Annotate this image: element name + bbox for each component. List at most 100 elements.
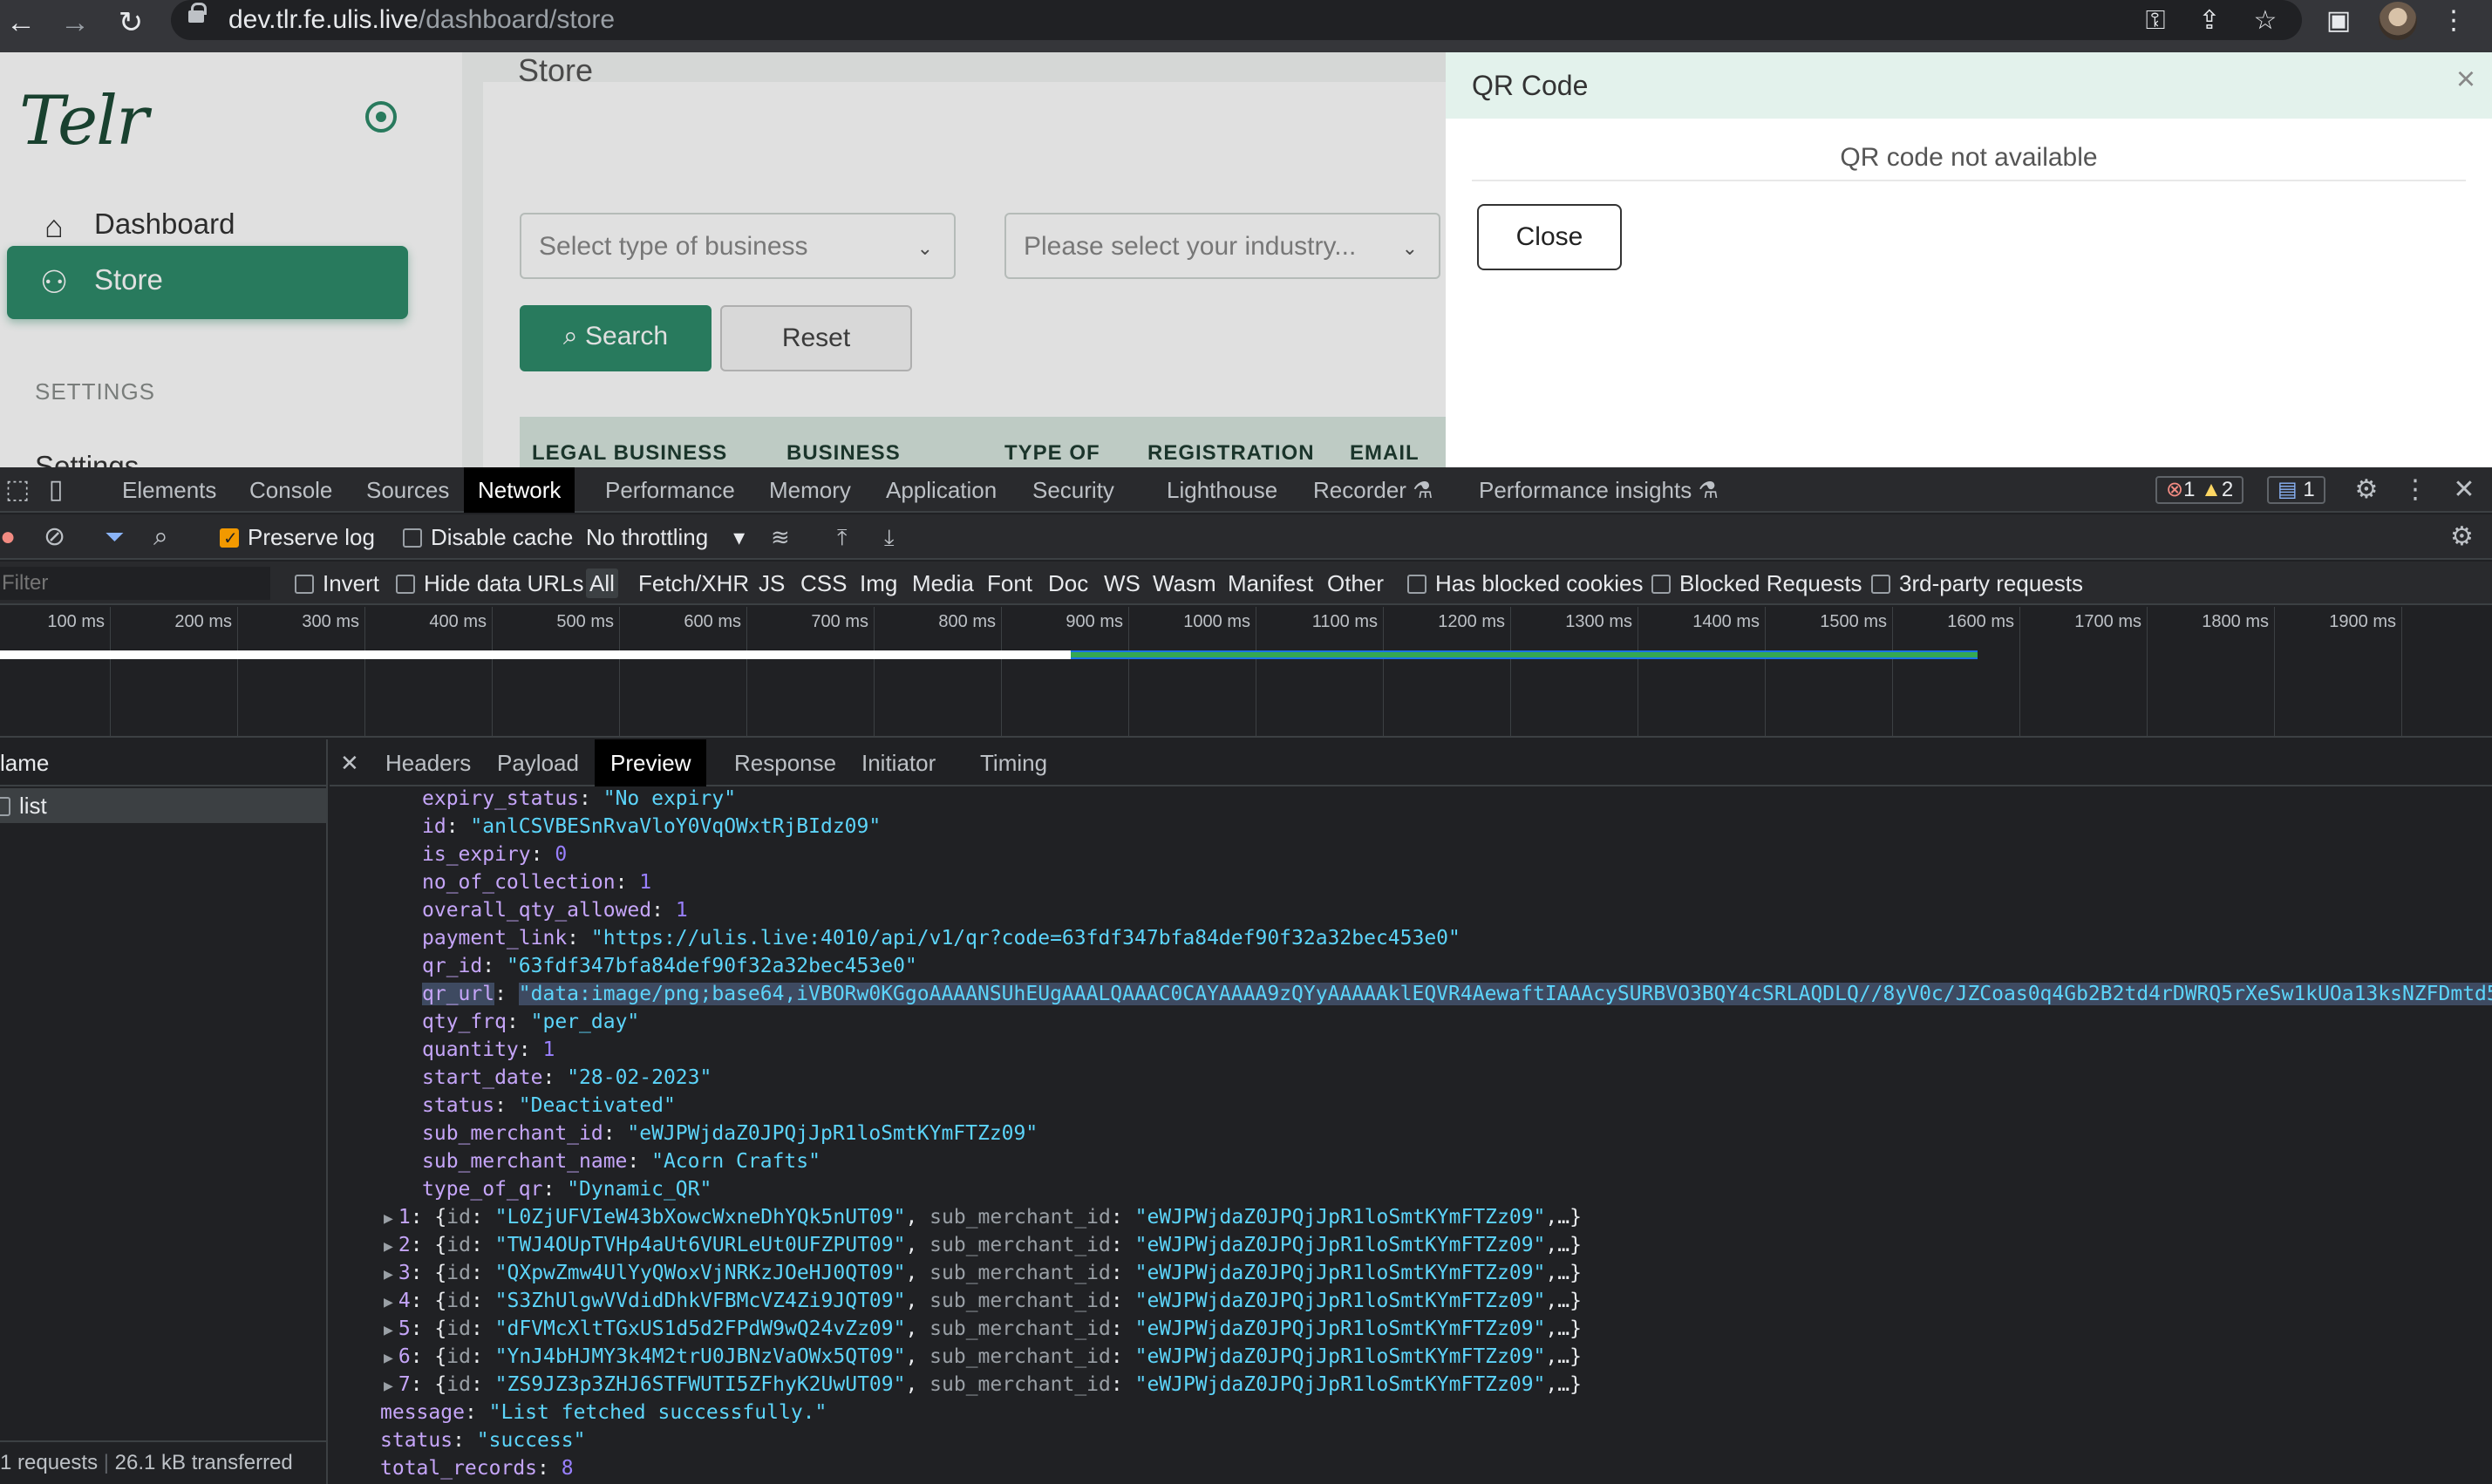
- json-line[interactable]: ▶ 6: {id: "YnJ4bHJMY3k4M2trU0JBNzVaOWx5QT…: [384, 1343, 1582, 1372]
- json-line[interactable]: total_records: 8: [380, 1454, 574, 1482]
- filter-input[interactable]: [0, 567, 270, 600]
- json-line[interactable]: sub_merchant_name: "Acorn Crafts": [422, 1147, 820, 1175]
- filter-type-fetch-xhr[interactable]: Fetch/XHR: [638, 568, 749, 598]
- close-icon[interactable]: ✕: [2447, 473, 2482, 507]
- search-icon[interactable]: ⌕: [153, 521, 168, 553]
- tab-response[interactable]: Response: [718, 739, 852, 786]
- json-line[interactable]: type_of_qr: "Dynamic_QR": [422, 1175, 712, 1203]
- filter-type-img[interactable]: Img: [860, 568, 897, 598]
- tab-timing[interactable]: Timing: [964, 739, 1063, 786]
- json-line[interactable]: sub_merchant_id: "eWJPWjdaZ0JPQjJpR1loSm…: [422, 1120, 1038, 1147]
- json-line[interactable]: qr_id: "63fdf347bfa84def90f32a32bec453e0…: [422, 952, 917, 980]
- import-har-icon[interactable]: ⤒: [837, 521, 848, 553]
- device-toolbar-icon[interactable]: ▯: [38, 473, 73, 507]
- close-icon[interactable]: ✕: [340, 739, 359, 786]
- json-line[interactable]: id: "anlCSVBESnRvaVloY0VqOWxtRjBIdz09": [422, 813, 881, 841]
- tab-preview[interactable]: Preview: [595, 739, 707, 786]
- hide-data-urls-checkbox[interactable]: Hide data URLs: [396, 568, 584, 598]
- more-icon[interactable]: ⋮: [2398, 473, 2433, 507]
- tab-initiator[interactable]: Initiator: [846, 739, 951, 786]
- invert-checkbox[interactable]: Invert: [295, 568, 379, 598]
- json-line[interactable]: payment_link: "https://ulis.live:4010/ap…: [422, 924, 1460, 952]
- has-blocked-cookies-checkbox[interactable]: Has blocked cookies: [1407, 568, 1643, 598]
- json-preview[interactable]: expiry_status: "No expiry" id: "anlCSVBES…: [330, 788, 2492, 1484]
- json-line[interactable]: ▶ 1: {id: "L0ZjUFVIeW43bXowcWxneDhYQk5nUT…: [384, 1203, 1582, 1233]
- forward-icon[interactable]: →: [56, 3, 94, 42]
- messages-counter[interactable]: ▤ 1: [2267, 476, 2325, 504]
- filter-type-css[interactable]: CSS: [800, 568, 847, 598]
- filter-type-font[interactable]: Font: [987, 568, 1032, 598]
- preserve-log-checkbox[interactable]: Preserve log: [220, 521, 375, 555]
- disable-cache-checkbox[interactable]: Disable cache: [403, 521, 573, 553]
- export-har-icon[interactable]: ⤓: [884, 521, 895, 553]
- json-line[interactable]: ▶ 7: {id: "ZS9JZ3p3ZHJ6STFWUTI5ZFhyK2UwUT…: [384, 1371, 1582, 1400]
- name-column-header[interactable]: lame: [0, 739, 328, 786]
- json-line[interactable]: status: "Deactivated": [422, 1092, 676, 1120]
- filter-type-other[interactable]: Other: [1327, 568, 1384, 598]
- back-icon[interactable]: ←: [2, 3, 40, 42]
- key-icon[interactable]: ⚿: [2138, 3, 2173, 38]
- tab-headers[interactable]: Headers: [370, 739, 487, 786]
- clear-icon[interactable]: ⊘: [44, 521, 65, 553]
- json-line[interactable]: qty_frq: "per_day": [422, 1008, 639, 1036]
- side-panel-icon[interactable]: ▣: [2321, 3, 2356, 38]
- filter-type-manifest[interactable]: Manifest: [1228, 568, 1313, 598]
- json-line[interactable]: quantity: 1: [422, 1036, 555, 1064]
- filter-type-doc[interactable]: Doc: [1048, 568, 1088, 598]
- blocked-requests-checkbox[interactable]: Blocked Requests: [1651, 568, 1862, 598]
- json-line[interactable]: ▶ 2: {id: "TWJ4OUpTVHp4aUt6VURLeUt0UFZPUT…: [384, 1231, 1582, 1261]
- filter-type-media[interactable]: Media: [912, 568, 974, 598]
- tab-sources[interactable]: Sources: [352, 467, 463, 513]
- address-bar[interactable]: dev.tlr.fe.ulis.live/dashboard/store ⚿ ⇪…: [171, 0, 2302, 40]
- tab-memory[interactable]: Memory: [755, 467, 865, 513]
- filter-type-js[interactable]: JS: [759, 568, 785, 598]
- close-icon[interactable]: ×: [2447, 61, 2485, 99]
- json-line[interactable]: ▶ 5: {id: "dFVMcXltTGxUS1d5d2FPdW9wQ24vZz…: [384, 1315, 1582, 1344]
- json-line[interactable]: is_expiry: 0: [422, 841, 567, 868]
- tab-network[interactable]: Network: [464, 467, 575, 513]
- qr-unavailable-message: QR code not available: [1840, 143, 2098, 172]
- network-conditions-icon[interactable]: ≋: [771, 521, 790, 553]
- tab-elements[interactable]: Elements: [108, 467, 230, 513]
- tab-performance-insights[interactable]: Performance insights ⚗: [1465, 467, 1733, 513]
- inspect-icon[interactable]: ⬚: [0, 473, 35, 507]
- tab-console[interactable]: Console: [235, 467, 346, 513]
- json-punct: ,: [905, 1234, 930, 1256]
- json-line[interactable]: ▶ 4: {id: "S3ZhUlgwVVdidDhkVFBMcVZ4Zi9JQT…: [384, 1287, 1582, 1317]
- json-key: id: [446, 1234, 471, 1256]
- filter-type-ws[interactable]: WS: [1104, 568, 1140, 598]
- tab-recorder[interactable]: Recorder ⚗: [1299, 467, 1447, 513]
- request-row[interactable]: list: [0, 788, 326, 823]
- record-icon[interactable]: ●: [0, 521, 16, 553]
- tab-application[interactable]: Application: [872, 467, 1011, 513]
- modal-backdrop[interactable]: [0, 52, 1446, 467]
- share-icon[interactable]: ⇪: [2192, 3, 2227, 38]
- json-line[interactable]: expiry_status: "No expiry": [422, 788, 736, 813]
- network-settings-icon[interactable]: ⚙: [2450, 521, 2474, 553]
- tab-performance[interactable]: Performance: [591, 467, 749, 513]
- tab-security[interactable]: Security: [1018, 467, 1128, 513]
- json-line[interactable]: qr_url: "data:image/png;base64,iVBORw0KG…: [422, 980, 2492, 1008]
- tab-lighthouse[interactable]: Lighthouse: [1153, 467, 1291, 513]
- filter-type-wasm[interactable]: Wasm: [1153, 568, 1216, 598]
- json-line[interactable]: message: "List fetched successfully.": [380, 1399, 827, 1426]
- more-menu-icon[interactable]: ⋮: [2436, 3, 2471, 38]
- throttling-select[interactable]: No throttling ▾: [586, 521, 745, 553]
- avatar[interactable]: [2379, 2, 2417, 40]
- json-line[interactable]: status: "success": [380, 1426, 585, 1454]
- star-icon[interactable]: ☆: [2248, 3, 2283, 38]
- close-button[interactable]: Close: [1477, 204, 1622, 270]
- json-line[interactable]: ▶ 3: {id: "QXpwZmw4UlYyQWoxVjNRKzJOeHJ0QT…: [384, 1259, 1582, 1289]
- reload-icon[interactable]: ↻: [112, 3, 150, 42]
- json-line[interactable]: no_of_collection: 1: [422, 868, 651, 896]
- tab-payload[interactable]: Payload: [481, 739, 595, 786]
- gear-icon[interactable]: ⚙: [2349, 473, 2384, 507]
- json-line[interactable]: start_date: "28-02-2023": [422, 1064, 712, 1092]
- filter-icon[interactable]: ⏷: [105, 521, 124, 553]
- json-line[interactable]: overall_qty_allowed: 1: [422, 896, 688, 924]
- third-party-requests-checkbox[interactable]: 3rd-party requests: [1871, 568, 2083, 598]
- filter-type-all[interactable]: All: [586, 568, 618, 598]
- json-key: id: [446, 1262, 471, 1284]
- issues-counter[interactable]: ⊗1 ▲2: [2155, 476, 2244, 504]
- network-overview-timeline[interactable]: 100 ms 200 ms 300 ms 400 ms 500 ms 600 ms 700 …: [0, 607, 2492, 738]
